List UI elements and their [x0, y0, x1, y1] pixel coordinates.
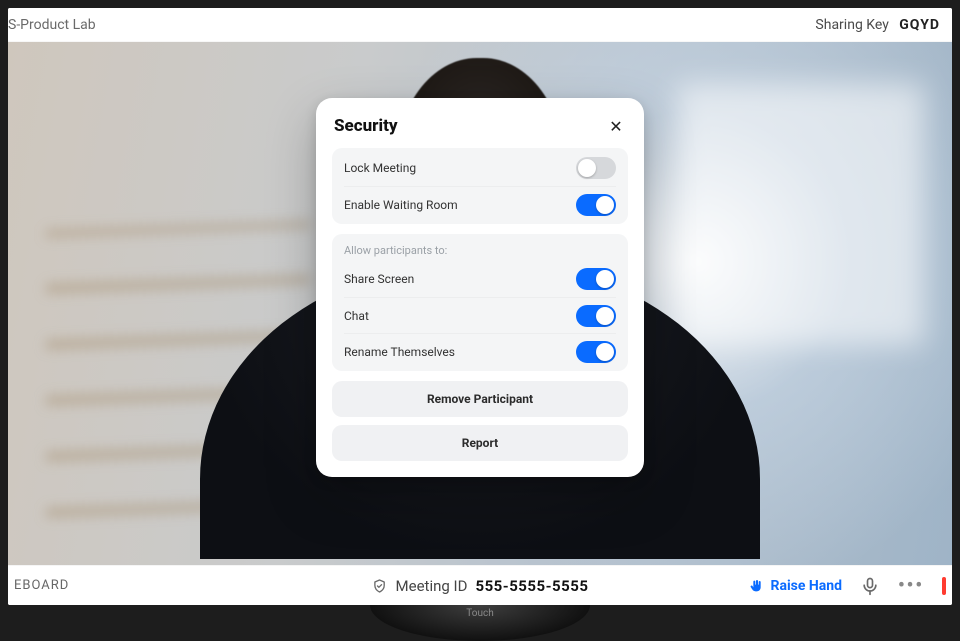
- lock-meeting-label: Lock Meeting: [344, 161, 416, 175]
- sharing-key-block: Sharing Key GQYD: [815, 17, 940, 33]
- rename-label: Rename Themselves: [344, 345, 455, 359]
- security-modal: Security ✕ Lock Meeting Enable Waiting R…: [316, 98, 644, 477]
- room-name: S-Product Lab: [8, 17, 96, 33]
- shield-icon: [372, 578, 388, 594]
- meeting-id-label: Meeting ID: [396, 577, 468, 595]
- close-icon[interactable]: ✕: [606, 116, 626, 136]
- touch-label: Touch: [466, 608, 493, 619]
- row-chat: Chat: [344, 297, 616, 333]
- allow-participants-group: Allow participants to: Share Screen Chat…: [332, 234, 628, 371]
- allow-participants-header: Allow participants to:: [344, 236, 616, 261]
- row-rename: Rename Themselves: [344, 333, 616, 369]
- meeting-id-value: 555-5555-5555: [475, 577, 588, 595]
- rename-toggle[interactable]: [576, 341, 616, 363]
- waiting-room-label: Enable Waiting Room: [344, 198, 458, 212]
- modal-overlay: Security ✕ Lock Meeting Enable Waiting R…: [8, 42, 952, 565]
- share-screen-toggle[interactable]: [576, 268, 616, 290]
- modal-title: Security: [334, 116, 398, 136]
- row-share-screen: Share Screen: [344, 261, 616, 297]
- video-feed: Security ✕ Lock Meeting Enable Waiting R…: [8, 42, 952, 565]
- sharing-key-label: Sharing Key: [815, 17, 888, 33]
- bottom-left-label: EBOARD: [8, 578, 69, 593]
- tv-frame: S-Product Lab Sharing Key GQYD Security …: [0, 0, 960, 641]
- chat-toggle[interactable]: [576, 305, 616, 327]
- meeting-id-block: Meeting ID 555-5555-5555: [372, 577, 589, 595]
- row-waiting-room: Enable Waiting Room: [344, 186, 616, 222]
- microphone-button[interactable]: [860, 576, 880, 596]
- remove-participant-button[interactable]: Remove Participant: [332, 381, 628, 417]
- sharing-key-value: GQYD: [899, 17, 940, 33]
- row-lock-meeting: Lock Meeting: [344, 150, 616, 186]
- share-screen-label: Share Screen: [344, 272, 414, 286]
- raise-hand-icon: [748, 578, 764, 594]
- lock-meeting-toggle[interactable]: [576, 157, 616, 179]
- raise-hand-label: Raise Hand: [770, 578, 842, 594]
- chat-label: Chat: [344, 309, 369, 323]
- modal-header: Security ✕: [332, 116, 628, 136]
- report-button[interactable]: Report: [332, 425, 628, 461]
- bottom-bar: EBOARD Meeting ID 555-5555-5555: [8, 565, 952, 605]
- waiting-room-toggle[interactable]: [576, 194, 616, 216]
- more-button[interactable]: •••: [898, 575, 924, 596]
- top-bar: S-Product Lab Sharing Key GQYD: [8, 8, 952, 42]
- end-indicator[interactable]: [942, 577, 946, 595]
- raise-hand-button[interactable]: Raise Hand: [748, 578, 842, 594]
- meeting-options-group: Lock Meeting Enable Waiting Room: [332, 148, 628, 224]
- bottom-right-controls: Raise Hand •••: [748, 575, 952, 596]
- tv-stand: Touch: [370, 605, 590, 641]
- screen: S-Product Lab Sharing Key GQYD Security …: [8, 8, 952, 605]
